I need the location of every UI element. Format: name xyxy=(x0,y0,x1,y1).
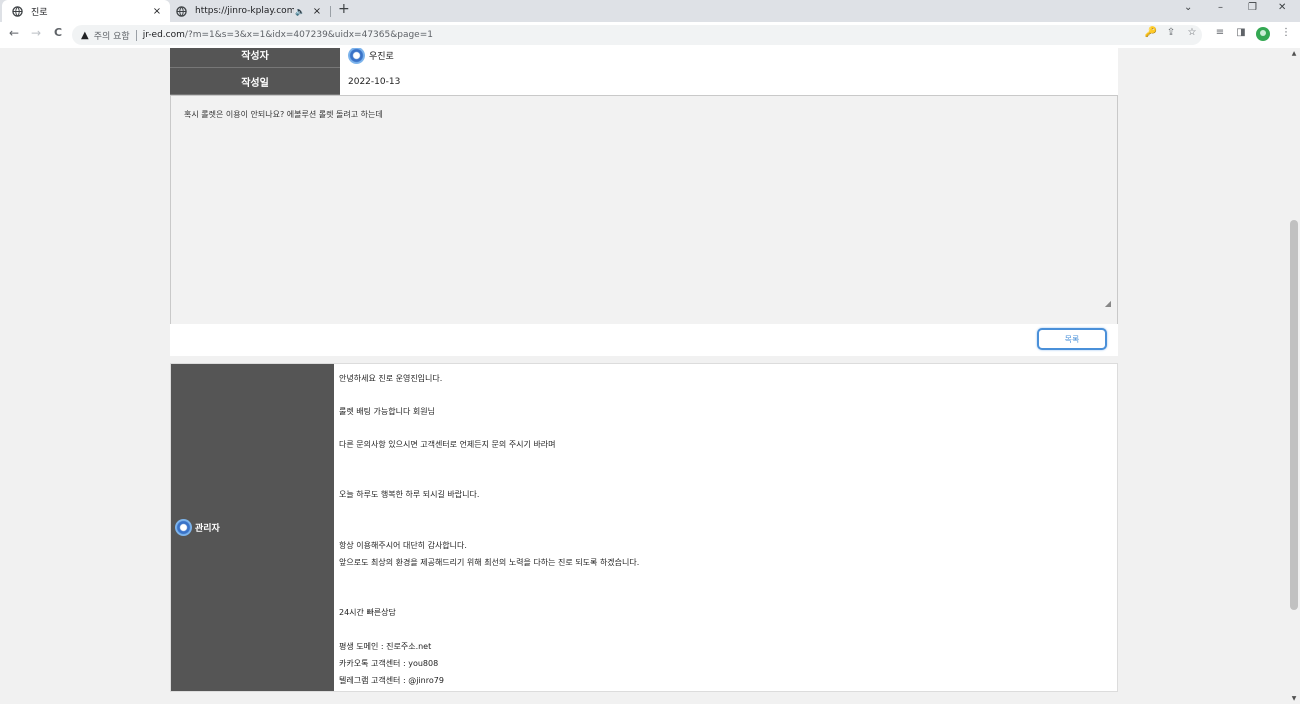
reply-line: 룰렛 배팅 가능합니다 회원님 xyxy=(339,407,435,416)
minimize-button[interactable]: – xyxy=(1218,2,1223,13)
page-scrollbar[interactable]: ▲ ▼ xyxy=(1288,48,1300,704)
url-domain: jr-ed.com xyxy=(142,30,185,40)
globe-icon xyxy=(12,5,23,17)
date-row: 작성일 2022-10-13 xyxy=(170,68,1118,96)
tab-title: 진로 xyxy=(31,7,48,18)
back-button[interactable]: ← xyxy=(6,26,22,40)
reply-author-name: 관리자 xyxy=(195,524,220,534)
restore-button[interactable]: ❐ xyxy=(1248,2,1257,13)
side-panel-icon[interactable]: ◨ xyxy=(1234,27,1248,38)
tab-close-icon[interactable]: × xyxy=(310,6,324,17)
reply-line: 항상 이용해주시어 대단히 감사합니다. xyxy=(339,541,467,550)
list-button[interactable]: 목록 xyxy=(1037,328,1107,350)
post-content-text: 혹시 롤렛은 이용이 안되나요? 에볼루션 롤렛 돌려고 하는데 xyxy=(184,110,383,119)
author-label: 작성자 xyxy=(170,48,340,68)
warning-icon[interactable]: ▲ xyxy=(81,30,89,41)
date-label: 작성일 xyxy=(170,68,340,95)
key-icon[interactable]: 🔑 xyxy=(1144,27,1158,38)
admin-reply: 관리자 안녕하세요 진로 운영진입니다. 룰렛 배팅 가능합니다 회원님 다른 … xyxy=(170,363,1118,692)
reply-line: 다른 문의사항 있으시면 고객센터로 언제든지 문의 주시기 바라며 xyxy=(339,440,556,449)
scroll-up-arrow-icon[interactable]: ▲ xyxy=(1288,50,1300,57)
reply-line: 평생 도메인 : 진로주소.net xyxy=(339,642,432,651)
share-icon[interactable]: ⇪ xyxy=(1164,27,1178,38)
tab-jinro[interactable]: 진로 × xyxy=(2,0,170,22)
tab-separator xyxy=(330,6,331,17)
reading-list-icon[interactable]: ≡ xyxy=(1213,27,1227,38)
reload-button[interactable]: C xyxy=(50,26,66,39)
reply-line: 카카오톡 고객센터 : you808 xyxy=(339,659,439,668)
browser-toolbar: ← → C ▲ 주의 요함 jr-ed.com /?m=1&s=3&x=1&id… xyxy=(0,22,1300,49)
reply-body: 안녕하세요 진로 운영진입니다. 룰렛 배팅 가능합니다 회원님 다른 문의사항… xyxy=(334,364,1117,691)
close-window-button[interactable]: ✕ xyxy=(1278,2,1286,13)
speaker-icon[interactable]: 🔈 xyxy=(294,7,306,16)
admin-avatar-icon xyxy=(175,519,192,536)
scroll-thumb[interactable] xyxy=(1290,220,1298,610)
scroll-down-arrow-icon[interactable]: ▼ xyxy=(1288,695,1300,702)
user-avatar-icon xyxy=(348,48,365,64)
reply-line: 텔레그램 고객센터 : @jinro79 xyxy=(339,676,444,685)
reply-line: 안녕하세요 진로 운영진입니다. xyxy=(339,374,443,383)
reply-line: 24시간 빠른상담 xyxy=(339,608,396,617)
forward-button[interactable]: → xyxy=(28,26,44,40)
menu-icon[interactable]: ⋮ xyxy=(1279,27,1293,38)
tab-close-icon[interactable]: × xyxy=(150,6,164,17)
security-warning-text[interactable]: 주의 요함 xyxy=(94,29,130,42)
globe-icon xyxy=(176,5,187,17)
address-bar[interactable]: ▲ 주의 요함 jr-ed.com /?m=1&s=3&x=1&idx=4072… xyxy=(72,25,1202,45)
url-path: /?m=1&s=3&x=1&idx=407239&uidx=47365&page… xyxy=(184,30,433,40)
bookmark-star-icon[interactable]: ☆ xyxy=(1185,27,1199,38)
tab-search-icon[interactable]: ⌄ xyxy=(1184,2,1192,13)
author-row: 작성자 우진로 xyxy=(170,48,1118,69)
url-separator xyxy=(135,29,137,41)
new-tab-button[interactable]: + xyxy=(338,1,350,17)
reply-line: 오늘 하루도 행복한 하루 되시길 바랍니다. xyxy=(339,490,480,499)
profile-avatar[interactable] xyxy=(1256,27,1270,41)
author-value: 우진로 xyxy=(340,48,1118,68)
author-name: 우진로 xyxy=(369,51,394,62)
resize-grip-icon[interactable]: ◢ xyxy=(1105,299,1111,308)
tab-title: https://jinro-kplay.com xyxy=(195,6,294,16)
post-content-box[interactable]: 혹시 롤렛은 이용이 안되나요? 에볼루션 롤렛 돌려고 하는데 ◢ xyxy=(170,95,1118,325)
reply-line: 앞으로도 최상의 환경을 제공해드리기 위해 최선의 노력을 다하는 진로 되도… xyxy=(339,558,640,567)
page-viewport: 작성자 우진로 작성일 2022-10-13 혹시 롤렛은 이용이 안되나요? … xyxy=(0,48,1288,704)
tab-jinro-kplay[interactable]: https://jinro-kplay.com 🔈 × xyxy=(170,0,330,22)
tab-bar: 진로 × https://jinro-kplay.com 🔈 × + ⌄ – ❐… xyxy=(0,0,1300,22)
reply-author: 관리자 xyxy=(171,364,334,691)
date-value: 2022-10-13 xyxy=(340,68,1118,95)
button-area: 목록 xyxy=(170,324,1118,356)
